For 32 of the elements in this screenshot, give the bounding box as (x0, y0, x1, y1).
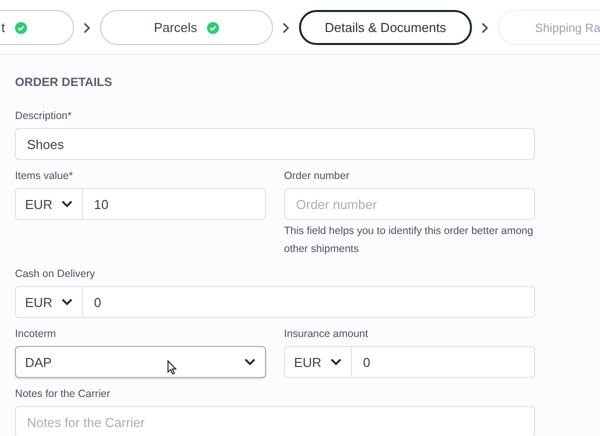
mouse-pointer-icon (167, 360, 177, 375)
incoterm-select[interactable]: DAP (15, 346, 266, 378)
chevron-right-icon (481, 22, 489, 34)
step-tab[interactable]: t (0, 10, 74, 45)
field-label: Notes for the Carrier (15, 388, 112, 400)
field-label: Insurance amount (284, 328, 370, 340)
chevron-down-icon (61, 298, 73, 306)
step-tab[interactable]: Details & Documents (299, 10, 472, 45)
field-label: Description* (15, 110, 73, 122)
amount-field[interactable]: 0 (352, 346, 535, 378)
chevron-right-icon (282, 22, 290, 34)
currency-select[interactable]: EUR (284, 346, 352, 378)
currency-select[interactable]: EUR (15, 188, 83, 220)
field-hint: This field helps you to identify this order better among other shipments (284, 224, 534, 257)
section-title: ORDER DETAILS (15, 75, 114, 89)
field-label: Cash on Delivery (15, 268, 96, 280)
currency-select[interactable]: EUR (15, 286, 83, 318)
chevron-down-icon (330, 358, 342, 366)
chevron-right-icon (83, 22, 91, 34)
text-field[interactable]: Order number (284, 188, 535, 220)
field-label: Incoterm (15, 328, 57, 340)
field-label: Order number (284, 170, 350, 182)
check-circle-icon (15, 22, 27, 34)
step-tab[interactable]: Parcels (100, 10, 273, 45)
text-field[interactable]: Notes for the Carrier (15, 406, 535, 436)
field-label: Items value* (15, 170, 74, 182)
check-circle-icon (207, 22, 220, 34)
chevron-down-icon (61, 200, 73, 208)
amount-field[interactable]: 0 (83, 286, 535, 318)
chevron-down-icon (244, 358, 256, 366)
text-field[interactable]: Shoes (15, 128, 535, 160)
amount-field[interactable]: 10 (83, 188, 266, 220)
